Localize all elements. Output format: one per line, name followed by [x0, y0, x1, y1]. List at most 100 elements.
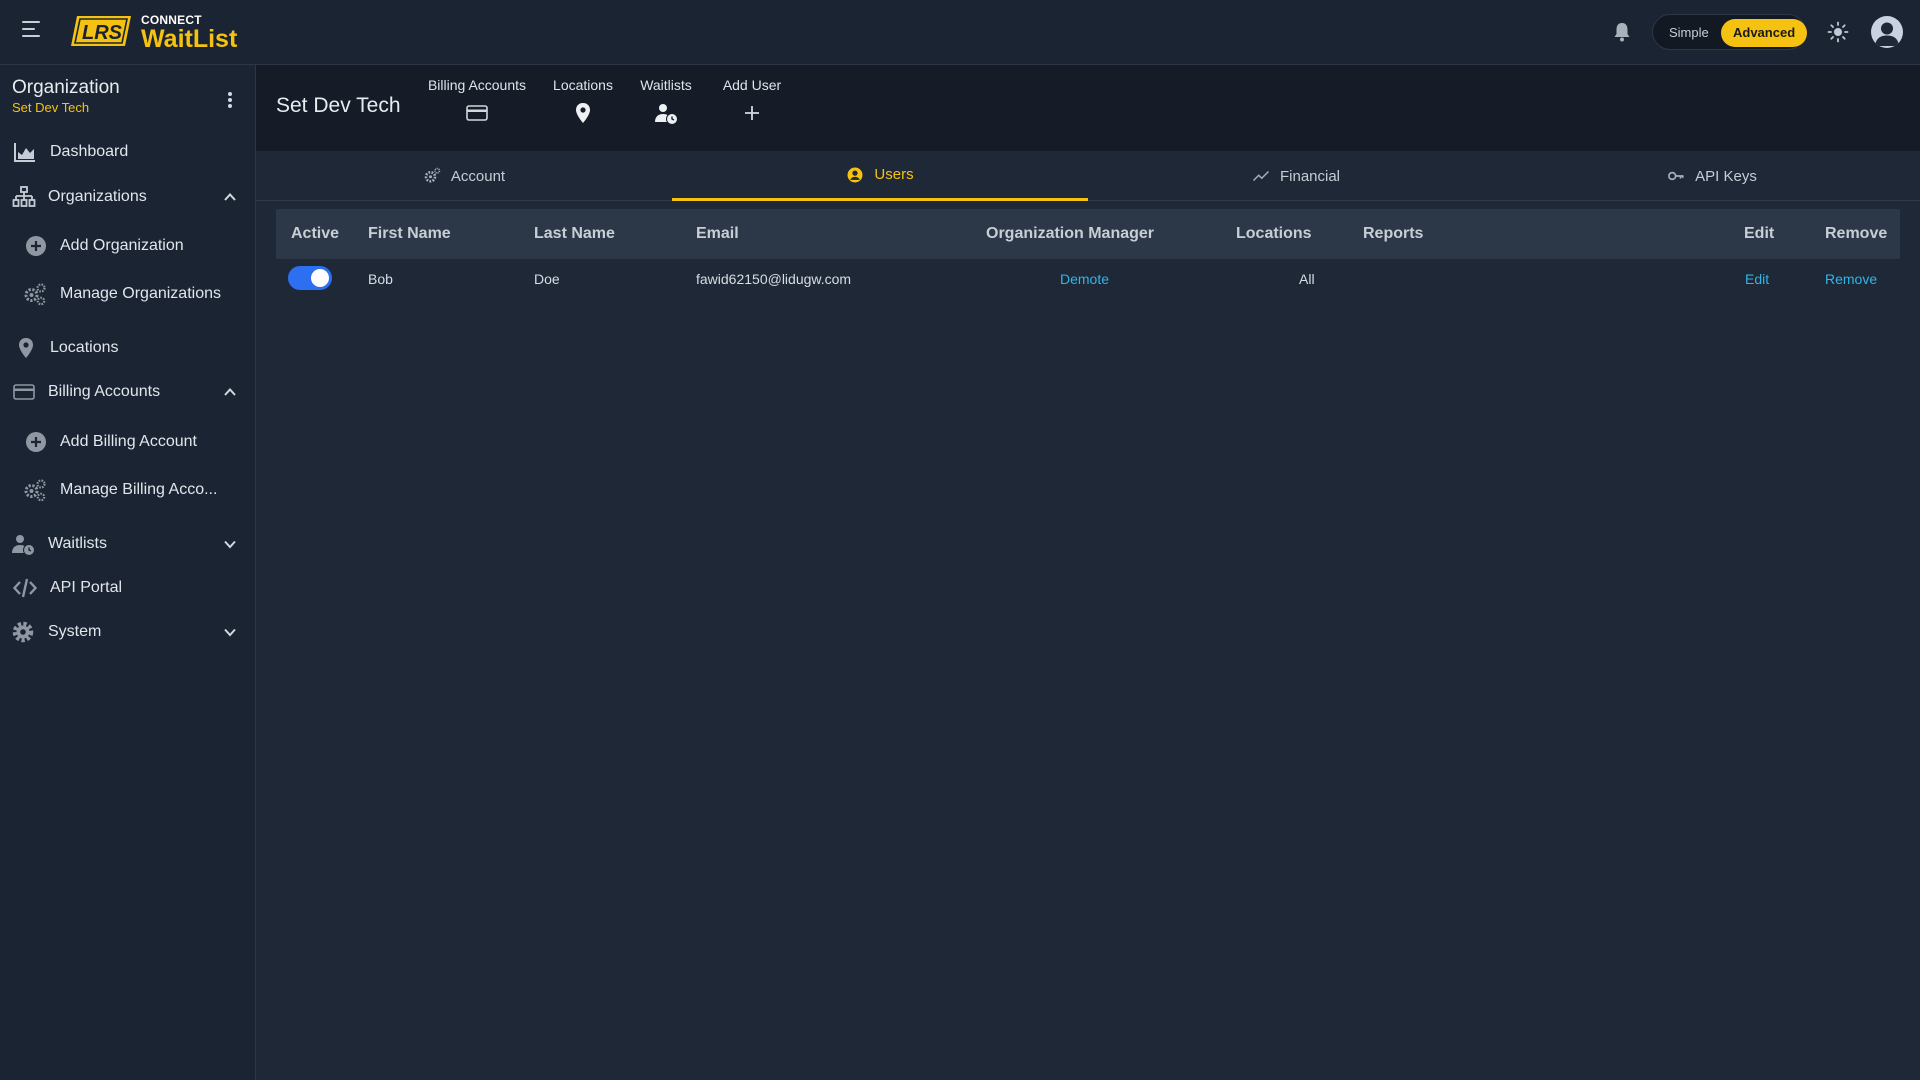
demote-link[interactable]: Demote	[1060, 259, 1109, 299]
table-row: Bob Doe fawid62150@lidugw.com Demote All…	[276, 259, 1900, 299]
tab-label: Users	[874, 166, 914, 183]
mode-advanced-button[interactable]: Advanced	[1721, 19, 1808, 47]
gears-icon	[24, 283, 46, 306]
lrs-logo[interactable]: LRS	[69, 14, 133, 48]
column-header-organization-manager[interactable]: Organization Manager	[986, 209, 1154, 259]
quick-link-billing-accounts[interactable]: Billing Accounts	[425, 77, 529, 125]
column-header-first-name[interactable]: First Name	[368, 209, 451, 259]
sidebar-item-label: Organizations	[48, 188, 147, 205]
user-avatar[interactable]	[1871, 16, 1903, 48]
gears-icon	[24, 479, 46, 502]
cell-first-name: Bob	[368, 271, 393, 287]
code-icon	[13, 578, 37, 598]
tab-label: Account	[450, 167, 506, 185]
user-clock-icon	[12, 535, 34, 555]
quick-link-waitlists[interactable]: Waitlists	[637, 77, 695, 125]
chevron-down-icon[interactable]	[222, 624, 238, 640]
sidebar-subtitle: Set Dev Tech	[12, 100, 90, 115]
sidebar-item-label: System	[48, 623, 102, 640]
sidebar-item-add-billing-account[interactable]: Add Billing Account	[0, 422, 255, 462]
column-header-remove[interactable]: Remove	[1825, 209, 1887, 259]
sidebar-title: Organization	[12, 77, 120, 98]
cell-locations: All	[1299, 271, 1315, 287]
sidebar-item-label: API Portal	[50, 579, 123, 596]
user-icon	[1875, 22, 1899, 46]
plus-circle-icon	[26, 432, 46, 452]
sidebar-item-label: Waitlists	[48, 535, 107, 552]
tab-bar: Account Users Financial API Keys	[256, 151, 1920, 201]
toggle-knob	[311, 269, 329, 287]
sidebar-item-label: Billing Accounts	[48, 383, 161, 400]
quick-link-label: Locations	[553, 77, 613, 93]
plus-icon	[745, 106, 759, 120]
sidebar-item-label: Dashboard	[50, 143, 129, 160]
column-header-active[interactable]: Active	[291, 209, 339, 259]
tab-label: API Keys	[1695, 167, 1757, 185]
sidebar-item-billing-accounts[interactable]: Billing Accounts	[0, 372, 255, 412]
quick-link-label: Waitlists	[640, 77, 692, 93]
sidebar-item-label: Add Billing Account	[60, 433, 197, 450]
mode-simple-button[interactable]: Simple	[1661, 21, 1717, 45]
key-icon	[1668, 171, 1684, 181]
active-toggle[interactable]	[288, 266, 332, 290]
sidebar-item-organizations[interactable]: Organizations	[0, 177, 255, 217]
column-header-reports[interactable]: Reports	[1363, 209, 1423, 259]
top-bar: LRS CONNECT WaitList Simple Advanced	[0, 0, 1920, 65]
remove-link[interactable]: Remove	[1825, 259, 1877, 299]
table-header: Active First Name Last Name Email Organi…	[276, 209, 1900, 259]
quick-link-add-user[interactable]: Add User	[719, 77, 785, 125]
cell-last-name: Doe	[534, 271, 560, 287]
sidebar: Organization Set Dev Tech Dashboard Orga…	[0, 65, 256, 1080]
page-header: Set Dev Tech Billing Accounts Locations …	[256, 65, 1920, 151]
credit-card-icon	[466, 105, 488, 121]
chevron-up-icon[interactable]	[222, 384, 238, 400]
sidebar-item-add-organization[interactable]: Add Organization	[0, 226, 255, 266]
sidebar-item-api-portal[interactable]: API Portal	[0, 568, 255, 608]
chart-area-icon	[14, 143, 35, 162]
chevron-down-icon[interactable]	[222, 536, 238, 552]
gear-icon	[424, 167, 441, 183]
sidebar-item-dashboard[interactable]: Dashboard	[0, 132, 255, 172]
chevron-up-icon[interactable]	[222, 189, 238, 205]
users-table: Active First Name Last Name Email Organi…	[276, 209, 1900, 299]
quick-link-locations[interactable]: Locations	[551, 77, 615, 125]
brand-name: WaitList	[141, 25, 238, 53]
quick-link-label: Billing Accounts	[427, 77, 527, 93]
user-clock-icon	[655, 104, 677, 124]
quick-link-label: Add User	[722, 77, 782, 93]
column-header-edit[interactable]: Edit	[1744, 209, 1774, 259]
plus-circle-icon	[26, 236, 46, 256]
map-pin-icon	[576, 103, 590, 123]
gear-icon	[12, 621, 34, 643]
page-title: Set Dev Tech	[276, 94, 401, 117]
credit-card-icon	[13, 384, 35, 400]
sidebar-item-label: Manage Organizations	[60, 285, 221, 302]
sidebar-item-label: Add Organization	[60, 237, 184, 254]
sidebar-item-locations[interactable]: Locations	[0, 328, 255, 368]
tab-account[interactable]: Account	[256, 151, 672, 201]
trend-line-icon	[1252, 170, 1270, 182]
menu-icon[interactable]	[22, 21, 42, 43]
sidebar-item-label: Manage Billing Acco...	[60, 481, 218, 498]
more-vertical-icon[interactable]	[226, 92, 234, 110]
sidebar-item-manage-billing-accounts[interactable]: Manage Billing Acco...	[0, 470, 255, 510]
org-tree-icon	[12, 186, 36, 207]
sun-icon[interactable]	[1827, 21, 1849, 43]
column-header-last-name[interactable]: Last Name	[534, 209, 615, 259]
column-header-locations[interactable]: Locations	[1236, 209, 1312, 259]
logo-text: LRS	[82, 22, 123, 44]
user-circle-icon	[847, 167, 863, 182]
bell-icon[interactable]	[1612, 21, 1632, 43]
column-header-email[interactable]: Email	[696, 209, 739, 259]
sidebar-item-waitlists[interactable]: Waitlists	[0, 524, 255, 564]
tab-label: Financial	[1279, 167, 1341, 185]
mode-toggle: Simple Advanced	[1652, 14, 1808, 50]
sidebar-item-system[interactable]: System	[0, 612, 255, 652]
edit-link[interactable]: Edit	[1745, 259, 1769, 299]
tab-api-keys[interactable]: API Keys	[1504, 151, 1920, 201]
tab-financial[interactable]: Financial	[1088, 151, 1504, 201]
sidebar-item-label: Locations	[50, 339, 119, 356]
tab-users[interactable]: Users	[672, 151, 1088, 201]
sidebar-item-manage-organizations[interactable]: Manage Organizations	[0, 274, 255, 314]
cell-email: fawid62150@lidugw.com	[696, 271, 852, 287]
